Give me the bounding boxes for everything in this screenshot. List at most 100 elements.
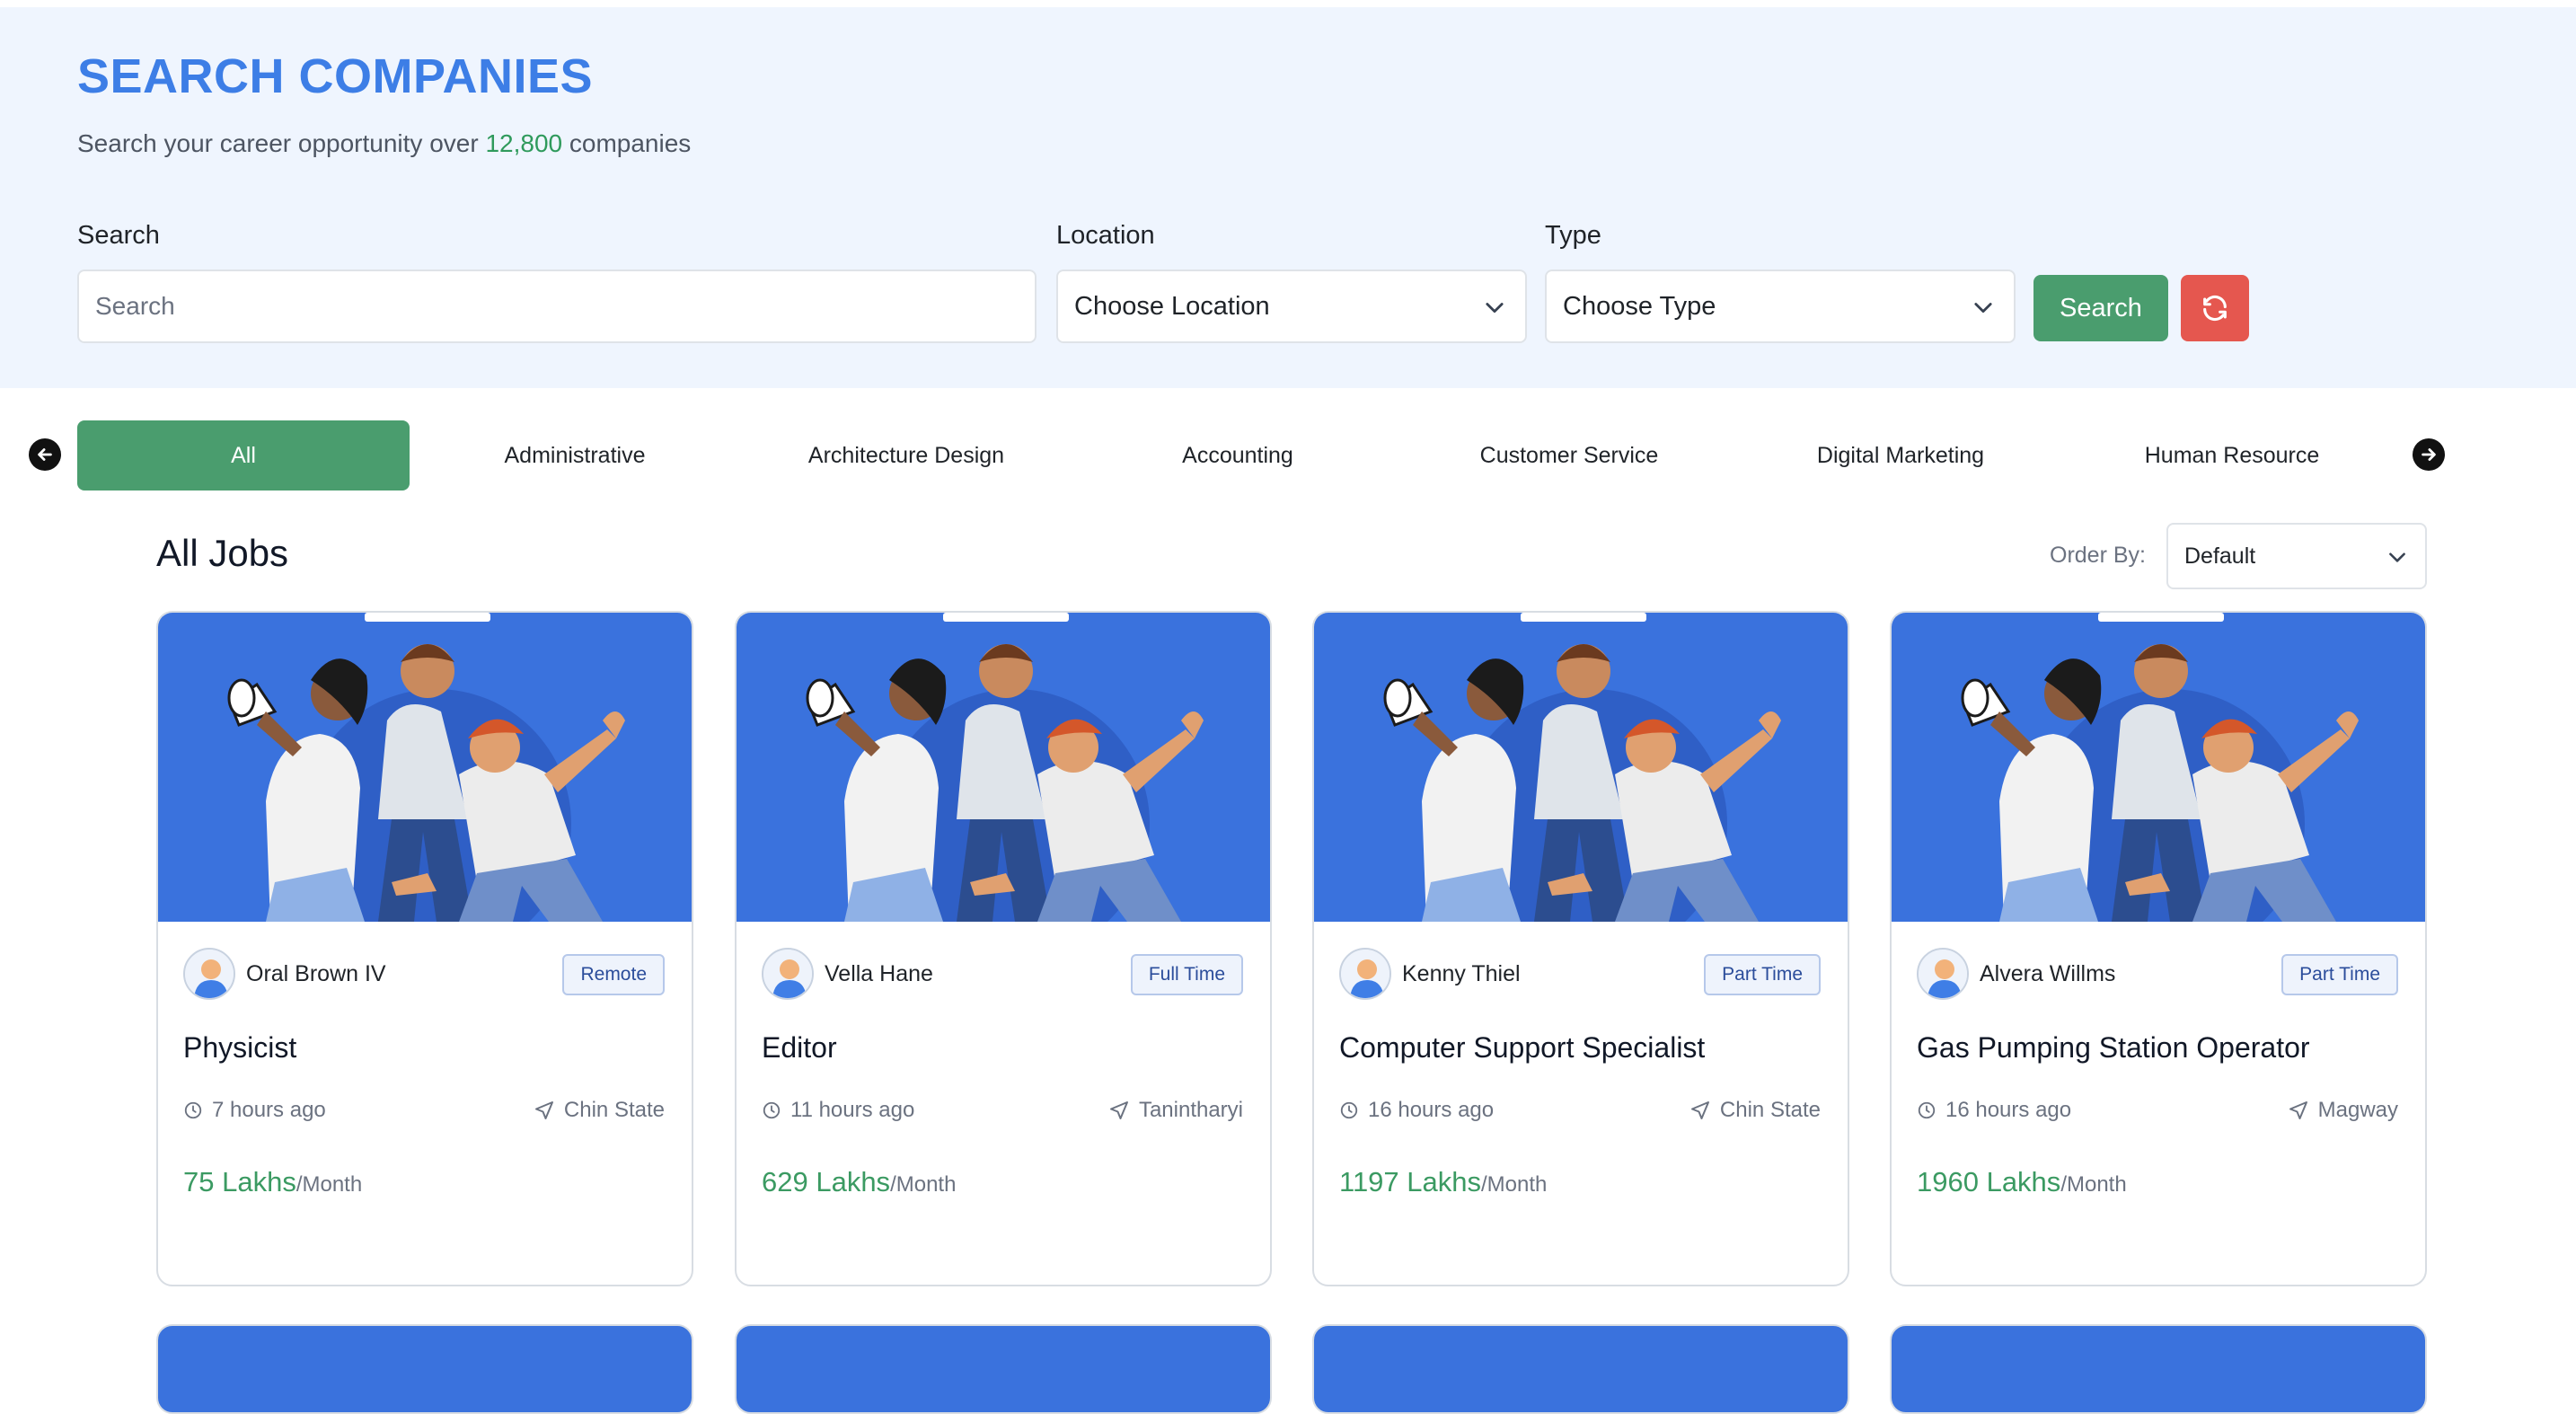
job-title[interactable]: Editor <box>762 1031 837 1065</box>
type-select[interactable]: Choose Type <box>1545 270 2016 343</box>
chevron-down-icon <box>2389 552 2405 562</box>
posted-time: 11 hours ago <box>762 1098 914 1123</box>
salary-amount: 75 Lakhs <box>183 1166 296 1197</box>
hiring-team-illustration <box>806 613 1204 922</box>
location-select-value: Choose Location <box>1074 291 1270 321</box>
job-title[interactable]: Physicist <box>183 1031 296 1065</box>
page-title: SEARCH COMPANIES <box>77 49 594 103</box>
job-card[interactable]: Kenny Thiel Part Time Computer Support S… <box>1312 611 1849 1286</box>
reset-button[interactable] <box>2181 275 2249 341</box>
clock-icon <box>184 1101 202 1119</box>
company-avatar <box>1339 948 1391 1000</box>
job-type-badge: Part Time <box>1704 954 1821 995</box>
job-salary: 75 Lakhs/Month <box>183 1166 362 1198</box>
location-select[interactable]: Choose Location <box>1056 270 1527 343</box>
type-label: Type <box>1545 221 1601 250</box>
type-select-value: Choose Type <box>1563 291 1716 321</box>
search-label: Search <box>77 221 160 250</box>
category-tab-customer-service[interactable]: Customer Service <box>1403 420 1735 490</box>
posted-time: 7 hours ago <box>183 1098 326 1123</box>
salary-period: /Month <box>296 1172 363 1197</box>
job-title[interactable]: Gas Pumping Station Operator <box>1917 1031 2310 1065</box>
category-tab-architecture-design[interactable]: Architecture Design <box>740 420 1072 490</box>
posted-time-text: 16 hours ago <box>1368 1098 1495 1122</box>
salary-amount: 629 Lakhs <box>762 1166 891 1197</box>
job-card-partial[interactable] <box>735 1324 1272 1414</box>
company-count: 12,800 <box>485 129 563 157</box>
category-prev-button[interactable] <box>29 438 61 471</box>
location-arrow-icon <box>2289 1101 2307 1119</box>
job-type-badge: Full Time <box>1130 954 1243 995</box>
salary-amount: 1960 Lakhs <box>1917 1166 2061 1197</box>
job-type-badge: Remote <box>562 954 665 995</box>
category-next-button[interactable] <box>2413 438 2445 471</box>
category-tab-all[interactable]: All <box>77 420 410 490</box>
location-arrow-icon <box>534 1101 553 1119</box>
subtitle-prefix: Search your career opportunity over <box>77 129 486 157</box>
location-arrow-icon <box>1109 1101 1128 1119</box>
category-tab-administrative[interactable]: Administrative <box>409 420 741 490</box>
refresh-icon <box>2203 295 2227 322</box>
category-tab-accounting[interactable]: Accounting <box>1072 420 1404 490</box>
category-tab-human-resource[interactable]: Human Resource <box>2066 420 2398 490</box>
job-salary: 1960 Lakhs/Month <box>1917 1166 2127 1198</box>
clock-icon <box>1918 1101 1936 1119</box>
job-banner-illustration <box>737 613 1270 922</box>
clock-icon <box>1340 1101 1358 1119</box>
hiring-team-illustration <box>227 613 625 922</box>
job-location-text: Tanintharyi <box>1138 1098 1243 1122</box>
salary-period: /Month <box>2060 1172 2127 1197</box>
job-card[interactable]: Vella Hane Full Time Editor 11 hours ago… <box>735 611 1272 1286</box>
user-avatar-icon <box>185 950 234 998</box>
category-tab-digital-marketing[interactable]: Digital Marketing <box>1734 420 2067 490</box>
posted-time-text: 16 hours ago <box>1945 1098 2072 1122</box>
chevron-down-icon <box>1974 303 1992 314</box>
job-card-partial[interactable] <box>1890 1324 2427 1414</box>
job-card-partial[interactable] <box>156 1324 693 1414</box>
job-location-text: Chin State <box>1719 1098 1821 1122</box>
company-name: Vella Hane <box>825 961 933 986</box>
company-avatar <box>183 948 235 1000</box>
order-by-value: Default <box>2184 543 2256 569</box>
user-avatar-icon <box>1341 950 1389 998</box>
subtitle-suffix: companies <box>562 129 692 157</box>
job-salary: 629 Lakhs/Month <box>762 1166 956 1198</box>
company-avatar <box>1917 948 1969 1000</box>
company-avatar <box>762 948 814 1000</box>
clock-icon <box>763 1101 781 1119</box>
order-by-select[interactable]: Default <box>2166 523 2427 589</box>
job-banner-illustration <box>158 613 692 922</box>
page-subtitle: Search your career opportunity over 12,8… <box>77 129 691 158</box>
search-hero: SEARCH COMPANIES Search your career oppo… <box>0 0 2576 388</box>
salary-period: /Month <box>1481 1172 1548 1197</box>
salary-period: /Month <box>890 1172 957 1197</box>
job-type-badge: Part Time <box>2281 954 2398 995</box>
job-title[interactable]: Computer Support Specialist <box>1339 1031 1705 1065</box>
job-banner-illustration <box>1892 613 2425 922</box>
chevron-down-icon <box>1486 303 1504 314</box>
job-location: Magway <box>2288 1098 2398 1123</box>
job-card[interactable]: Oral Brown IV Remote Physicist 7 hours a… <box>156 611 693 1286</box>
job-location-text: Magway <box>2317 1098 2398 1122</box>
user-avatar-icon <box>1919 950 1967 998</box>
job-banner-illustration <box>1314 613 1848 922</box>
job-salary: 1197 Lakhs/Month <box>1339 1166 1547 1198</box>
company-name: Kenny Thiel <box>1402 961 1521 986</box>
hiring-team-illustration <box>1961 613 2359 922</box>
job-card-partial[interactable] <box>1312 1324 1849 1414</box>
job-card[interactable]: Alvera Willms Part Time Gas Pumping Stat… <box>1890 611 2427 1286</box>
company-name: Alvera Willms <box>1980 961 2116 986</box>
arrow-right-icon <box>2422 448 2436 461</box>
location-arrow-icon <box>1690 1101 1709 1119</box>
posted-time-text: 7 hours ago <box>212 1098 326 1122</box>
search-input[interactable] <box>77 270 1037 343</box>
arrow-left-icon <box>38 448 52 461</box>
salary-amount: 1197 Lakhs <box>1339 1166 1481 1197</box>
job-location: Chin State <box>1689 1098 1821 1123</box>
hiring-team-illustration <box>1383 613 1781 922</box>
posted-time: 16 hours ago <box>1917 1098 2071 1123</box>
job-location: Tanintharyi <box>1108 1098 1243 1123</box>
job-location-text: Chin State <box>563 1098 665 1122</box>
jobs-section-title: All Jobs <box>156 532 289 574</box>
search-button[interactable]: Search <box>2033 275 2168 341</box>
